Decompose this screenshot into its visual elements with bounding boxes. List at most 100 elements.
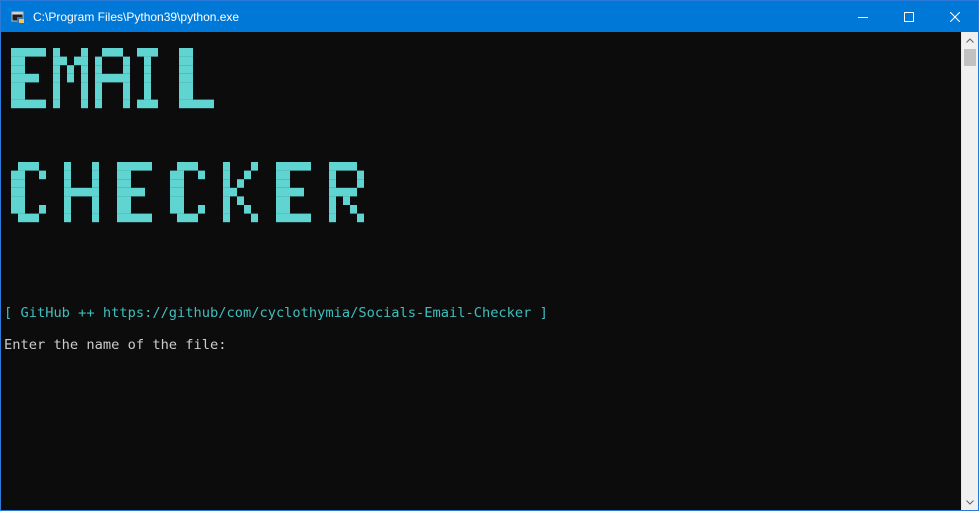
banner-pixel [304,162,311,171]
banner-pixel [95,82,102,91]
banner-pixel [32,73,39,83]
banner-pixel [32,48,39,57]
scroll-thumb[interactable] [964,49,976,66]
banner-pixel [109,48,116,57]
banner-pixel [124,187,131,197]
banner-pixel [85,187,92,197]
banner-pixel [350,205,357,214]
banner-pixel [81,56,88,66]
banner-pixel [179,65,186,74]
banner-pixel [357,213,364,223]
banner-pixel [244,170,251,180]
banner-pixel [329,162,336,171]
banner-pixel [223,196,230,205]
close-icon [950,11,960,22]
banner-pixel [95,73,102,83]
banner-pixel [329,187,336,197]
banner-pixel [237,179,244,188]
scroll-down-button[interactable] [962,494,978,510]
banner-pixel [39,48,46,57]
banner-pixel [329,213,336,223]
github-link-line: [ GitHub ++ https://github/com/cyclothym… [4,305,548,321]
banner-pixel [191,162,198,171]
banner-pixel [145,162,152,171]
banner-pixel [39,170,46,180]
banner-pixel [151,99,158,109]
banner-pixel [92,213,99,223]
banner-pixel [123,99,130,109]
banner-pixel [39,205,46,214]
banner-pixel [123,65,130,74]
banner-pixel [92,187,99,197]
banner-pixel [25,99,32,109]
banner-pixel [95,65,102,74]
banner-pixel [179,82,186,91]
banner-pixel [186,48,193,57]
banner-pixel [223,170,230,180]
title-bar[interactable]: C:\Program Files\Python39\python.exe [1,1,978,32]
maximize-button[interactable] [886,1,932,32]
banner-pixel [283,196,290,205]
banner-pixel [276,187,283,197]
vertical-scrollbar[interactable] [961,32,978,510]
banner-pixel [11,179,18,188]
banner-pixel [18,170,25,180]
banner-pixel [11,196,18,205]
arrow-down-icon [966,499,974,505]
banner-pixel [18,65,25,74]
banner-pixel [251,162,258,171]
banner-pixel [191,213,198,223]
banner-pixel [186,99,193,109]
banner-pixel [276,162,283,171]
window-controls [840,1,978,32]
minimize-icon [858,16,868,18]
console-window: C:\Program Files\Python39\python.exe [G… [0,0,979,511]
banner-pixel [116,48,123,57]
banner-pixel [186,82,193,91]
banner-pixel [329,196,336,205]
banner-pixel [131,162,138,171]
banner-pixel [11,73,18,83]
banner-pixel [53,91,60,100]
banner-pixel [177,213,184,223]
banner-pixel [102,73,109,83]
scroll-up-button[interactable] [962,32,978,48]
banner-pixel [223,162,230,171]
banner-pixel [144,73,151,83]
banner-pixel [64,162,71,171]
ascii-banner [11,48,364,223]
banner-pixel [186,56,193,66]
banner-pixel [60,56,67,66]
banner-pixel [350,187,357,197]
banner-pixel [343,162,350,171]
banner-email-text [11,48,214,109]
banner-pixel [329,179,336,188]
banner-pixel [144,48,151,57]
banner-pixel [170,196,177,205]
banner-pixel [343,196,350,205]
banner-pixel [25,162,32,171]
banner-pixel [67,73,74,83]
banner-pixel [18,91,25,100]
banner-pixel [92,162,99,171]
minimize-button[interactable] [840,1,886,32]
banner-pixel [290,162,297,171]
banner-pixel [53,99,60,109]
console-output[interactable]: [ GitHub ++ https://github/com/cyclothym… [1,32,962,510]
banner-pixel [283,205,290,214]
banner-pixel [244,205,251,214]
banner-pixel [297,162,304,171]
banner-pixel [193,99,200,109]
close-button[interactable] [932,1,978,32]
banner-pixel [170,179,177,188]
banner-pixel [145,213,152,223]
banner-pixel [81,99,88,109]
banner-pixel [329,205,336,214]
banner-pixel [18,56,25,66]
banner-pixel [71,187,78,197]
banner-pixel [11,187,18,197]
banner-pixel [123,56,130,66]
banner-pixel [64,179,71,188]
banner-pixel [170,170,177,180]
banner-pixel [11,65,18,74]
